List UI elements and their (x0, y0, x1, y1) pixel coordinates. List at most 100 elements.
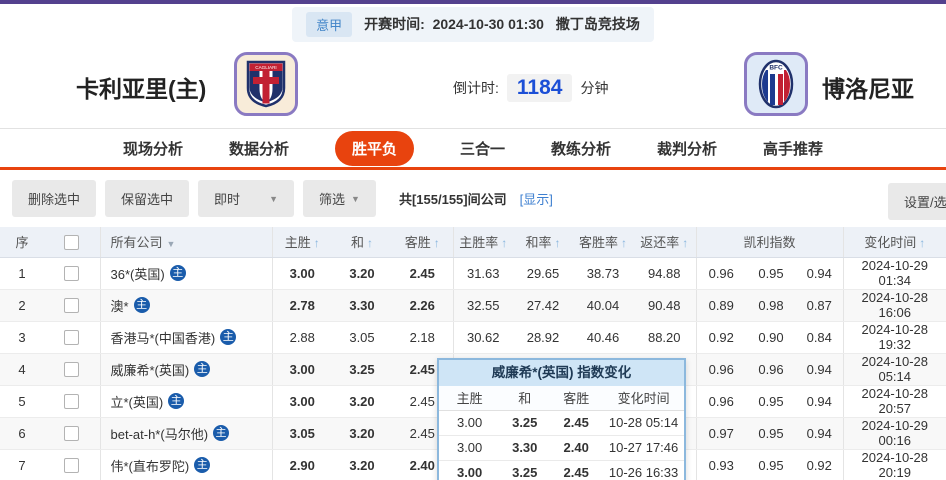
col-header-home-odds[interactable]: 主胜↑ (272, 227, 332, 257)
col-header-home-rate[interactable]: 主胜率↑ (453, 227, 513, 257)
away-rate: 38.73 (573, 257, 633, 289)
away-odds: 2.45 (392, 257, 453, 289)
kelly-draw: 0.95 (746, 417, 796, 449)
home-badge-icon: 主 (168, 393, 184, 409)
delete-selected-button[interactable]: 删除选中 (12, 180, 96, 217)
change-time: 2024-10-28 19:32 (843, 321, 946, 353)
company-cell: 香港马*(中国香港) 主 (100, 321, 272, 353)
draw-odds: 3.25 (332, 353, 392, 385)
draw-odds: 3.20 (332, 449, 392, 480)
popup-col-away: 客胜 (549, 386, 603, 410)
change-time: 2024-10-28 16:06 (843, 289, 946, 321)
row-checkbox[interactable] (64, 362, 79, 377)
kelly-draw: 0.96 (746, 353, 796, 385)
draw-rate: 28.92 (513, 321, 573, 353)
league-badge[interactable]: 意甲 (306, 12, 352, 37)
popup-title: 威廉希*(英国) 指数变化 (439, 360, 684, 386)
instant-odds-dropdown[interactable]: 即时▼ (198, 180, 294, 217)
company-cell: 36*(英国)主 (100, 257, 272, 289)
change-time: 2024-10-28 20:57 (843, 385, 946, 417)
popup-header-row: 主胜 和 客胜 变化时间 (439, 386, 684, 410)
company-cell: 澳*主 (100, 289, 272, 321)
draw-odds: 3.05 (332, 321, 392, 353)
nav-tab-5[interactable]: 裁判分析 (657, 138, 717, 159)
row-checkbox-cell (44, 449, 100, 480)
company-cell: 威廉希*(英国)主 (100, 353, 272, 385)
row-checkbox[interactable] (64, 426, 79, 441)
show-link[interactable]: [显示] (520, 189, 553, 208)
company-name[interactable]: 伟*(直布罗陀) (111, 459, 190, 474)
home-rate: 32.55 (453, 289, 513, 321)
row-checkbox-cell (44, 353, 100, 385)
home-odds: 3.00 (272, 257, 332, 289)
col-header-kelly: 凯利指数 (696, 227, 843, 257)
col-header-draw-odds[interactable]: 和↑ (332, 227, 392, 257)
draw-odds: 3.20 (332, 385, 392, 417)
home-odds: 3.00 (272, 353, 332, 385)
company-name[interactable]: bet-at-h*(马尔他) (111, 427, 209, 442)
home-team-name: 卡利亚里(主) (76, 70, 206, 104)
company-name[interactable]: 36*(英国) (111, 267, 165, 282)
kelly-away: 0.94 (796, 257, 843, 289)
row-checkbox[interactable] (64, 266, 79, 281)
nav-tab-3[interactable]: 三合一 (460, 138, 505, 159)
col-header-draw-rate[interactable]: 和率↑ (513, 227, 573, 257)
row-seq: 1 (0, 257, 44, 289)
toolbar: 删除选中 保留选中 即时▼ 筛选▼ 共[155/155]间公司 [显示] 设置/… (0, 170, 946, 227)
chevron-down-icon: ▼ (269, 194, 278, 204)
popup-home-odds: 3.00 (439, 410, 500, 435)
home-odds: 2.78 (272, 289, 332, 321)
return-rate: 88.20 (633, 321, 696, 353)
company-name[interactable]: 澳* (111, 299, 129, 314)
home-badge-icon: 主 (220, 329, 236, 345)
nav-tab-6[interactable]: 高手推荐 (763, 138, 823, 159)
row-checkbox-cell (44, 321, 100, 353)
popup-away-odds: 2.45 (549, 460, 603, 480)
kelly-draw: 0.95 (746, 257, 796, 289)
col-header-away-odds[interactable]: 客胜↑ (392, 227, 453, 257)
nav-tab-1[interactable]: 数据分析 (229, 138, 289, 159)
popup-col-draw: 和 (500, 386, 549, 410)
match-header: 卡利亚里(主) CAGLIARI 倒计时: 1184 分钟 (0, 44, 946, 128)
row-checkbox[interactable] (64, 394, 79, 409)
select-all-checkbox[interactable] (64, 235, 79, 250)
popup-col-time: 变化时间 (603, 386, 684, 410)
table-row: 2澳*主2.783.302.2632.5527.4240.0490.480.89… (0, 289, 946, 321)
sort-up-icon: ↑ (434, 236, 440, 250)
nav-tab-0[interactable]: 现场分析 (123, 138, 183, 159)
bologna-crest-icon: BFC (756, 58, 796, 110)
nav-tab-4[interactable]: 教练分析 (551, 138, 611, 159)
company-cell: 伟*(直布罗陀) 主 (100, 449, 272, 480)
row-seq: 5 (0, 385, 44, 417)
nav-tab-2[interactable]: 胜平负 (335, 131, 414, 166)
home-badge-icon: 主 (194, 457, 210, 473)
col-header-change-time[interactable]: 变化时间↑ (843, 227, 946, 257)
row-checkbox[interactable] (64, 330, 79, 345)
venue: 撒丁岛竞技场 (556, 14, 640, 34)
row-checkbox[interactable] (64, 458, 79, 473)
kelly-draw: 0.90 (746, 321, 796, 353)
settings-select-button[interactable]: 设置/选择 (888, 183, 946, 220)
col-header-return-rate[interactable]: 返还率↑ (633, 227, 696, 257)
return-rate: 90.48 (633, 289, 696, 321)
filter-dropdown[interactable]: 筛选▼ (303, 180, 376, 217)
company-name[interactable]: 威廉希*(英国) (111, 363, 190, 378)
change-time: 2024-10-29 01:34 (843, 257, 946, 289)
sort-up-icon: ↑ (621, 236, 627, 250)
change-time: 2024-10-28 05:14 (843, 353, 946, 385)
popup-col-home: 主胜 (439, 386, 500, 410)
row-checkbox[interactable] (64, 298, 79, 313)
table-header-row: 序 所有公司▼ 主胜↑ 和↑ 客胜↑ 主胜率↑ 和率↑ 客胜率↑ 返还率↑ 凯利… (0, 227, 946, 257)
kelly-home: 0.92 (696, 321, 746, 353)
kelly-away: 0.94 (796, 417, 843, 449)
company-name[interactable]: 立*(英国) (111, 395, 164, 410)
keep-selected-button[interactable]: 保留选中 (105, 180, 189, 217)
col-header-away-rate[interactable]: 客胜率↑ (573, 227, 633, 257)
countdown-value: 1184 (507, 74, 573, 102)
table-row: 3香港马*(中国香港)主2.883.052.1830.6228.9240.468… (0, 321, 946, 353)
row-checkbox-cell (44, 257, 100, 289)
company-name[interactable]: 香港马*(中国香港) (111, 331, 216, 346)
home-odds: 2.90 (272, 449, 332, 480)
col-header-company[interactable]: 所有公司▼ (100, 227, 272, 257)
home-team-logo: CAGLIARI (234, 52, 298, 116)
